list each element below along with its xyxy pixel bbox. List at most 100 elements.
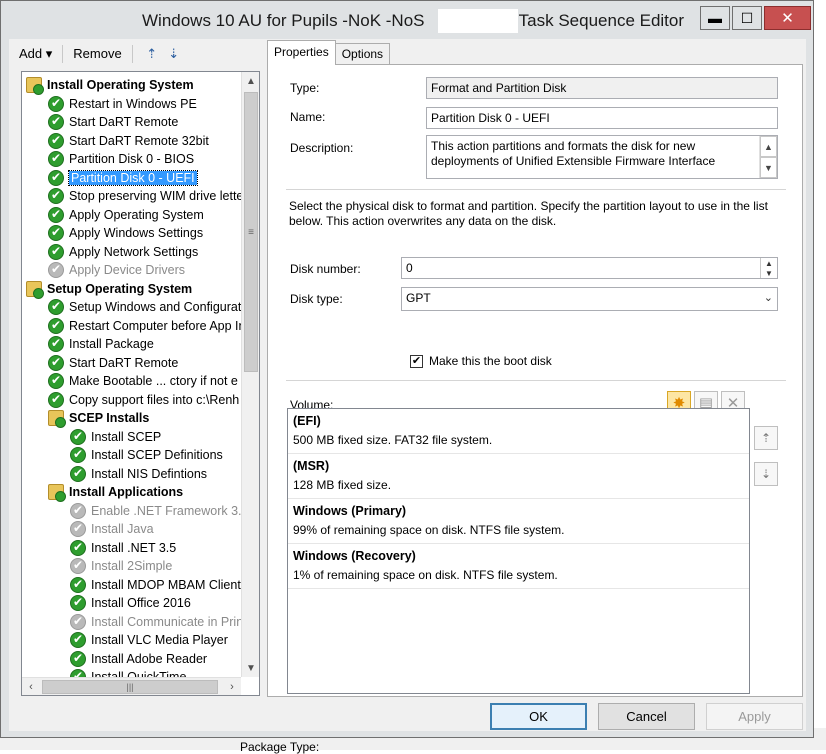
checkmark-icon [70, 595, 86, 611]
move-volume-up-icon[interactable]: ⇡ [754, 426, 778, 450]
move-up-icon[interactable]: ⇡ [143, 46, 161, 62]
volume-name: (MSR) [293, 459, 330, 473]
tree-step[interactable]: Start DaRT Remote [48, 113, 178, 131]
tree-step[interactable]: Apply Network Settings [48, 243, 198, 261]
tree-step[interactable]: Partition Disk 0 - BIOS [48, 150, 194, 168]
add-menu-button[interactable]: Add ▾ [15, 44, 56, 64]
description-textarea[interactable]: This action partitions and formats the d… [426, 135, 778, 179]
checkmark-icon [70, 669, 86, 677]
tree-step[interactable]: Install MDOP MBAM Client [70, 576, 241, 594]
tree-group[interactable]: Install Operating System [26, 76, 194, 95]
apply-button[interactable]: Apply [706, 703, 803, 730]
tree-horizontal-scrollbar[interactable]: ‹ ||| › [22, 677, 241, 695]
volume-list[interactable]: (EFI) 500 MB fixed size. FAT32 file syste… [287, 408, 750, 694]
tree-item-label: Partition Disk 0 - BIOS [69, 152, 195, 166]
checkmark-icon [48, 354, 64, 371]
tree-step[interactable]: Install SCEP [70, 428, 161, 446]
remove-button[interactable]: Remove [69, 44, 125, 64]
scroll-left-icon[interactable]: ‹ [22, 678, 40, 695]
tree-item-label: Setup Operating System [47, 281, 193, 296]
volume-name: Windows (Recovery) [293, 549, 416, 563]
tree-item-label: Install QuickTime [91, 670, 187, 677]
tree-step[interactable]: Install SCEP Definitions [70, 446, 223, 464]
tree-vertical-scrollbar[interactable]: ▲ ≡ ▼ [241, 72, 259, 677]
tab-options[interactable]: Options [334, 43, 391, 65]
tree-group[interactable]: SCEP Installs [48, 409, 150, 428]
tree-step[interactable]: Install Communicate in Print [70, 613, 241, 631]
minimize-button[interactable]: ▬ [700, 6, 730, 30]
tree-step[interactable]: Install Adobe Reader [70, 650, 207, 668]
tree-item-label: Start DaRT Remote 32bit [69, 133, 209, 148]
toolbar-separator [62, 45, 64, 63]
volume-name: Windows (Primary) [293, 504, 407, 518]
spin-up-icon[interactable]: ▲ [761, 258, 777, 268]
move-volume-down-icon[interactable]: ⇣ [754, 462, 778, 486]
desc-scroll-down-icon[interactable]: ▼ [760, 157, 777, 178]
checkmark-icon [48, 336, 64, 352]
tree-item-label: SCEP Installs [69, 411, 150, 425]
tree-step[interactable]: Setup Windows and Configuration Manager [48, 298, 241, 316]
volume-item[interactable]: Windows (Recovery) 1% of remaining space … [288, 544, 749, 589]
disk-number-spin[interactable]: ▲ ▼ [760, 258, 777, 278]
checkmark-icon [48, 95, 64, 112]
tree-item-label: Start DaRT Remote [69, 355, 179, 370]
disk-number-stepper[interactable]: 0 ▲ ▼ [401, 257, 778, 279]
tree-step[interactable]: Install QuickTime [70, 668, 186, 677]
tree-step[interactable]: Install 2Simple [70, 557, 172, 575]
tree-item-label: Install NIS Defintions [91, 466, 208, 481]
tree-item-label: Setup Windows and Configuration Manager [69, 300, 241, 314]
tree-step[interactable]: Start DaRT Remote [48, 354, 178, 372]
tree-step[interactable]: Install Java [70, 520, 154, 538]
tree-step[interactable]: Install VLC Media Player [70, 631, 228, 649]
tree-step[interactable]: Apply Operating System [48, 206, 204, 224]
scroll-up-icon[interactable]: ▲ [242, 72, 259, 90]
hscroll-thumb[interactable]: ||| [42, 680, 218, 694]
move-down-icon[interactable]: ⇣ [165, 46, 183, 62]
tree-group[interactable]: Setup Operating System [26, 280, 193, 299]
scroll-thumb[interactable]: ≡ [244, 92, 258, 372]
description-scrollbar[interactable]: ▲ ▼ [759, 136, 777, 178]
disk-number-label: Disk number: [290, 262, 361, 276]
tree-item-label: Start DaRT Remote [69, 115, 179, 129]
tree-step[interactable]: Apply Device Drivers [48, 261, 185, 279]
boot-disk-checkbox-row[interactable]: ✔ Make this the boot disk [410, 354, 552, 368]
tree-step[interactable]: Restart in Windows PE [48, 95, 197, 113]
tree-step[interactable]: Install Package [48, 335, 154, 353]
instructions-text: Select the physical disk to format and p… [289, 199, 768, 228]
checkmark-icon [70, 650, 86, 667]
boot-disk-checkbox[interactable]: ✔ [410, 354, 423, 368]
tree-step[interactable]: Enable .NET Framework 3.5 [70, 502, 241, 520]
cancel-button[interactable]: Cancel [598, 703, 695, 730]
tree-step[interactable]: Copy support files into c:\Renh [48, 391, 239, 409]
tree-item-label: Install Package [69, 337, 154, 351]
tree-step[interactable]: Install .NET 3.5 [70, 539, 176, 557]
tree-item-label: Restart Computer before App Installs [69, 318, 241, 333]
disk-type-select[interactable]: GPT ⌄ [401, 287, 778, 311]
name-input[interactable]: Partition Disk 0 - UEFI [426, 107, 778, 129]
scroll-down-icon[interactable]: ▼ [242, 659, 259, 677]
title-bar[interactable]: Windows 10 AU for Pupils -NoK -NoS Task … [1, 1, 813, 39]
tree-step[interactable]: Install Office 2016 [70, 594, 191, 612]
volume-item[interactable]: (MSR) 128 MB fixed size. [288, 454, 749, 499]
desc-scroll-up-icon[interactable]: ▲ [760, 136, 777, 157]
tree-step[interactable]: Start DaRT Remote 32bit [48, 132, 209, 150]
tree-item-label: Install VLC Media Player [91, 633, 228, 647]
tab-properties[interactable]: Properties [267, 40, 336, 65]
spin-down-icon[interactable]: ▼ [761, 268, 777, 278]
volume-item[interactable]: Windows (Primary) 99% of remaining space … [288, 499, 749, 544]
tree-step[interactable]: Partition Disk 0 - UEFI [48, 169, 198, 187]
scroll-right-icon[interactable]: › [223, 678, 241, 695]
tree-group[interactable]: Install Applications [48, 483, 183, 502]
tree-step[interactable]: Restart Computer before App Installs [48, 317, 241, 335]
close-button[interactable]: ✕ [764, 6, 811, 30]
tree-step[interactable]: Make Bootable ... ctory if not e [48, 372, 238, 390]
tree-step[interactable]: Apply Windows Settings [48, 224, 203, 242]
task-sequence-tree[interactable]: Install Operating System Restart in Windo… [21, 71, 260, 696]
tree-step[interactable]: Stop preserving WIM drive letter [48, 187, 241, 205]
checkmark-icon [70, 502, 86, 519]
volume-item[interactable]: (EFI) 500 MB fixed size. FAT32 file syste… [288, 409, 749, 454]
ok-button[interactable]: OK [490, 703, 587, 730]
tree-step[interactable]: Install NIS Defintions [70, 465, 207, 483]
maximize-button[interactable]: ☐ [732, 6, 762, 30]
tree-item-label: Stop preserving WIM drive letter [69, 189, 241, 203]
